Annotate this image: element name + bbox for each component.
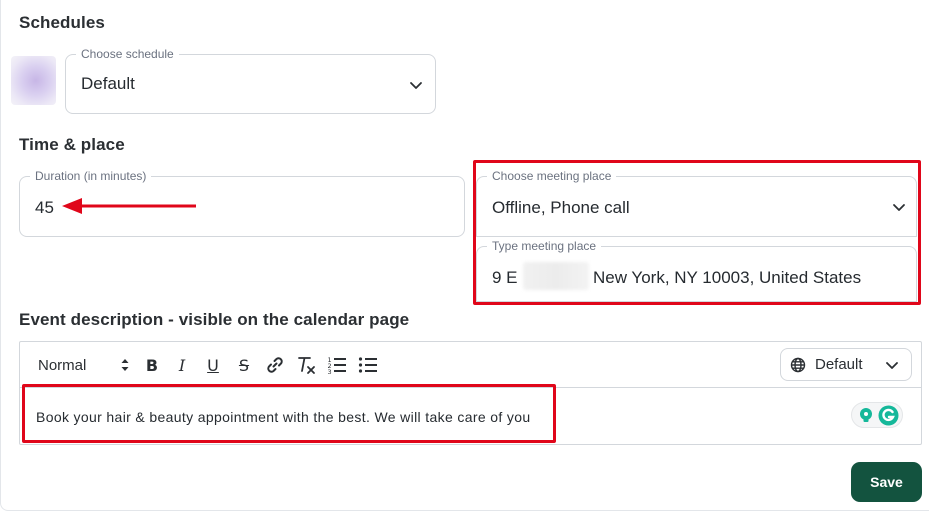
globe-icon — [790, 357, 806, 373]
clear-format-icon[interactable] — [296, 354, 318, 376]
language-select[interactable]: Default — [780, 348, 912, 381]
strikethrough-icon[interactable]: S — [233, 354, 255, 376]
description-highlight — [22, 384, 556, 443]
choose-schedule-value: Default — [81, 74, 135, 93]
meeting-place-highlight — [473, 160, 921, 305]
avatar — [11, 56, 56, 105]
sort-arrows-icon[interactable] — [120, 358, 130, 372]
underline-icon[interactable]: U — [202, 354, 224, 376]
choose-schedule-label: Choose schedule — [76, 47, 179, 61]
format-select[interactable]: Normal — [38, 354, 86, 376]
chevron-down-icon — [886, 362, 898, 369]
annotation-arrow — [62, 198, 196, 214]
description-heading: Event description - visible on the calen… — [19, 310, 410, 329]
svg-text:3: 3 — [328, 368, 332, 376]
lightbulb-icon — [860, 408, 872, 422]
chevron-down-icon — [410, 82, 422, 89]
bold-icon[interactable]: B — [141, 354, 163, 376]
editor-toolbar: Normal B I U S 1 2 3 Default — [20, 342, 921, 388]
language-select-value: Default — [815, 356, 863, 373]
link-icon[interactable] — [265, 355, 285, 375]
bullet-list-icon[interactable] — [357, 354, 379, 376]
time-place-heading: Time & place — [19, 135, 125, 154]
grammarly-icon — [878, 405, 899, 426]
schedules-heading: Schedules — [19, 13, 105, 32]
grammarly-widget[interactable] — [851, 402, 903, 428]
ordered-list-icon[interactable]: 1 2 3 — [326, 354, 348, 376]
italic-icon[interactable]: I — [171, 354, 193, 376]
duration-label: Duration (in minutes) — [30, 169, 152, 183]
save-button[interactable]: Save — [851, 462, 922, 502]
format-select-value: Normal — [38, 356, 87, 374]
choose-schedule-select[interactable]: Choose schedule Default — [65, 47, 436, 114]
duration-value: 45 — [35, 198, 54, 217]
